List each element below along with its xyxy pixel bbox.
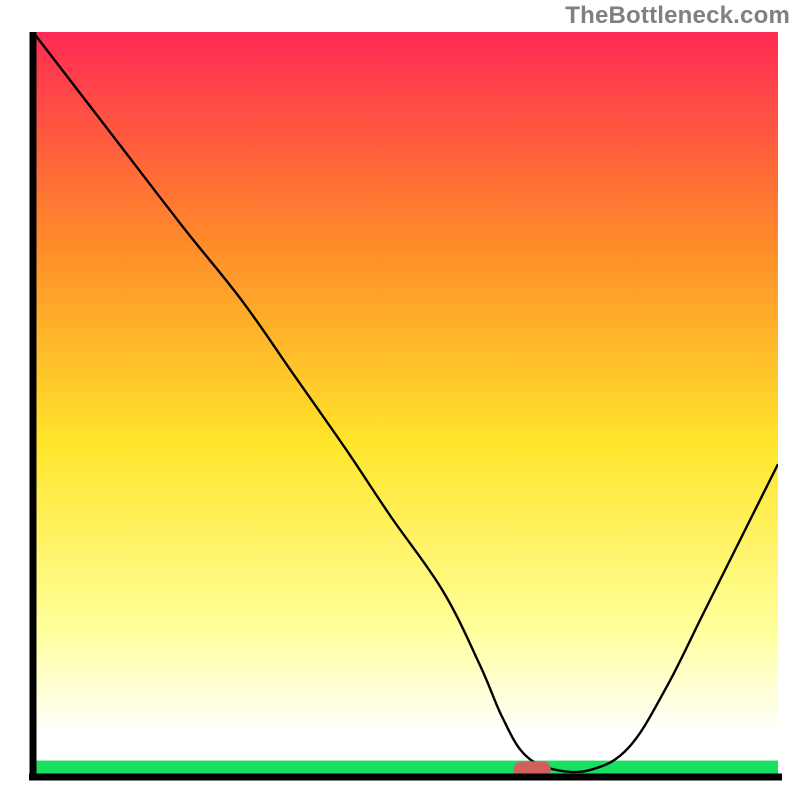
plot-background: [33, 32, 778, 777]
bottleneck-chart: [0, 0, 800, 800]
watermark-text: TheBottleneck.com: [565, 2, 790, 30]
chart-container: { "watermark": "TheBottleneck.com", "col…: [0, 0, 800, 800]
